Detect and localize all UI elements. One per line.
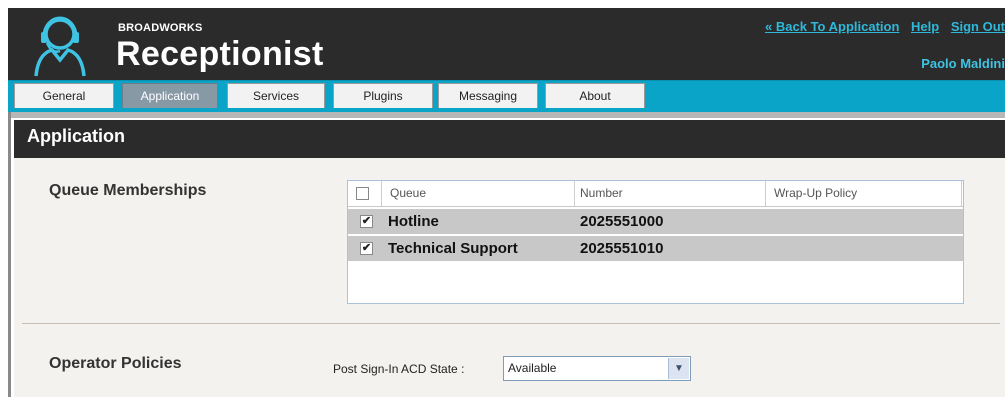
queue-table: Queue Number Wrap-Up Policy ✔ Hotline 20… [347, 180, 964, 304]
tab-application[interactable]: Application [122, 83, 218, 108]
queue-number: 2025551000 [580, 213, 664, 230]
tab-general[interactable]: General [14, 83, 114, 108]
select-all-checkbox[interactable] [356, 187, 369, 200]
section-divider [22, 323, 1000, 324]
row-checkbox[interactable]: ✔ [360, 242, 373, 255]
help-link[interactable]: Help [911, 19, 939, 34]
tab-plugins[interactable]: Plugins [333, 83, 433, 108]
checkmark-icon: ✔ [361, 215, 372, 227]
tab-underline [8, 112, 1005, 118]
post-signin-acd-state-select[interactable]: Available ▼ [503, 356, 691, 381]
header-links: « Back To Application Help Sign Out [757, 19, 1005, 34]
section-title: Application [27, 126, 125, 146]
column-header-number[interactable]: Number [575, 181, 766, 206]
left-border [8, 112, 11, 397]
queue-name: Technical Support [388, 240, 518, 257]
table-header: Queue Number Wrap-Up Policy [348, 181, 963, 207]
checkmark-icon: ✔ [361, 242, 372, 254]
tab-services[interactable]: Services [227, 83, 325, 108]
table-row[interactable]: ✔ Hotline 2025551000 [348, 209, 963, 236]
queue-number: 2025551010 [580, 240, 664, 257]
column-header-queue[interactable]: Queue [382, 181, 575, 206]
queue-name: Hotline [388, 213, 439, 230]
user-name: Paolo Maldini [921, 56, 1005, 71]
brand-subtitle: BROADWORKS [118, 22, 203, 34]
select-all-cell [348, 181, 382, 206]
headset-person-icon [34, 16, 86, 77]
tab-messaging[interactable]: Messaging [438, 83, 538, 108]
operator-policies-label: Operator Policies [49, 355, 182, 372]
sign-out-link[interactable]: Sign Out [951, 19, 1005, 34]
queue-memberships-label: Queue Memberships [49, 182, 207, 199]
back-to-application-link[interactable]: « Back To Application [765, 19, 899, 34]
column-header-wrap-up-policy[interactable]: Wrap-Up Policy [766, 181, 962, 206]
brand-title: Receptionist [116, 35, 324, 73]
post-signin-acd-state-label: Post Sign-In ACD State : [333, 362, 465, 376]
section-header: Application [14, 120, 1005, 158]
tab-bar: General Application Services Plugins Mes… [8, 80, 1005, 112]
row-checkbox[interactable]: ✔ [360, 215, 373, 228]
tab-about[interactable]: About [545, 83, 645, 108]
app-header: BROADWORKS Receptionist « Back To Applic… [8, 8, 1005, 80]
select-value: Available [508, 361, 557, 375]
table-row[interactable]: ✔ Technical Support 2025551010 [348, 236, 963, 263]
chevron-down-icon[interactable]: ▼ [668, 358, 689, 379]
